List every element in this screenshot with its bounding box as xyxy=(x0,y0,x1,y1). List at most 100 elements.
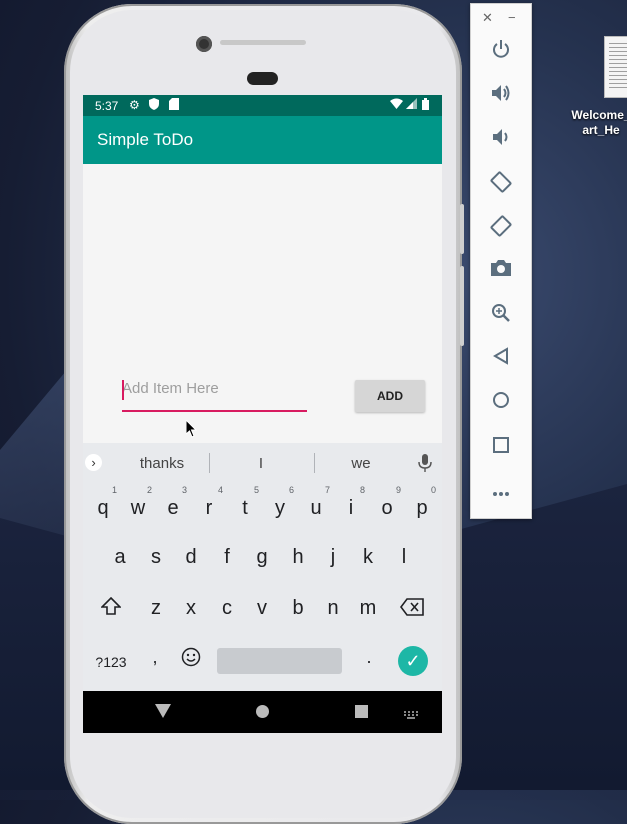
key-j[interactable]: j xyxy=(316,546,350,569)
key-label: t xyxy=(242,497,248,519)
key-r[interactable]: 4r xyxy=(192,485,226,520)
symbols-key[interactable]: ?123 xyxy=(91,654,131,670)
signal-icon xyxy=(406,98,417,112)
add-button[interactable]: ADD xyxy=(355,380,425,412)
home-icon[interactable] xyxy=(489,391,513,415)
key-m[interactable]: m xyxy=(351,597,385,620)
text-caret xyxy=(122,380,124,400)
key-z[interactable]: z xyxy=(139,597,173,620)
app-bar: Simple ToDo xyxy=(83,116,442,164)
key-c[interactable]: c xyxy=(210,597,244,620)
earpiece xyxy=(247,72,278,85)
mouse-pointer-icon xyxy=(185,418,198,443)
key-v[interactable]: v xyxy=(245,597,279,620)
suggestion-divider xyxy=(314,453,315,473)
key-area: 1q 2w 3e 4r 5t 6y 7u 8i 9o 0p a s d f g … xyxy=(83,483,442,691)
key-hint: 1 xyxy=(111,485,117,495)
keyboard-switch-icon[interactable] xyxy=(404,707,418,725)
key-hint: 2 xyxy=(146,485,152,495)
suggestion-item[interactable]: we xyxy=(331,455,391,472)
shift-key[interactable] xyxy=(99,596,123,618)
key-hint: 0 xyxy=(430,485,436,495)
key-label: u xyxy=(310,497,322,519)
key-e[interactable]: 3e xyxy=(156,485,190,520)
desktop-file-icon[interactable] xyxy=(604,36,627,98)
key-f[interactable]: f xyxy=(210,546,244,569)
suggestion-strip: › thanks I we xyxy=(83,443,442,483)
key-s[interactable]: s xyxy=(139,546,173,569)
key-u[interactable]: 7u xyxy=(299,485,333,520)
zoom-icon[interactable] xyxy=(489,303,513,327)
device-screen: 5:37 ⚙ Simple ToDo ADD › thanks xyxy=(83,95,442,733)
emoji-icon xyxy=(181,647,201,667)
desktop-file-label-line1: Welcome_ xyxy=(571,108,627,122)
key-label: q xyxy=(97,497,109,519)
recents-nav-icon[interactable] xyxy=(355,705,368,723)
rotate-left-icon[interactable] xyxy=(489,171,513,195)
shift-icon xyxy=(100,596,122,615)
key-x[interactable]: x xyxy=(174,597,208,620)
backspace-key[interactable] xyxy=(399,598,425,619)
wifi-icon xyxy=(390,98,403,112)
emulator-toolbar: ✕ − xyxy=(470,3,532,519)
key-hint: 6 xyxy=(288,485,294,495)
sd-card-icon xyxy=(169,98,179,113)
key-y[interactable]: 6y xyxy=(263,485,297,520)
key-label: p xyxy=(416,497,428,519)
key-h[interactable]: h xyxy=(281,546,315,569)
key-n[interactable]: n xyxy=(316,597,350,620)
backspace-icon xyxy=(400,598,424,616)
volume-up-icon[interactable] xyxy=(489,83,513,107)
back-icon[interactable] xyxy=(489,347,513,371)
key-d[interactable]: d xyxy=(174,546,208,569)
power-icon[interactable] xyxy=(489,39,513,63)
desktop-file-label-line2: art_He xyxy=(582,123,620,137)
period-key[interactable]: . xyxy=(352,647,386,668)
settings-icon: ⚙ xyxy=(129,98,140,112)
soft-keyboard: › thanks I we 1q 2w 3e 4r 5t 6y 7u 8i 9o… xyxy=(83,443,442,691)
rotate-right-icon[interactable] xyxy=(489,215,513,239)
suggestion-item[interactable]: I xyxy=(231,455,291,472)
key-p[interactable]: 0p xyxy=(405,485,439,520)
key-hint: 8 xyxy=(359,485,365,495)
suggestion-item[interactable]: thanks xyxy=(132,455,192,472)
key-label: w xyxy=(130,497,146,519)
microphone-icon[interactable] xyxy=(418,453,432,473)
key-g[interactable]: g xyxy=(245,546,279,569)
key-t[interactable]: 5t xyxy=(228,485,262,520)
overview-icon[interactable] xyxy=(489,435,513,459)
more-icon[interactable] xyxy=(489,479,513,503)
close-icon[interactable]: ✕ xyxy=(482,10,493,26)
key-a[interactable]: a xyxy=(103,546,137,569)
desktop-file-label[interactable]: Welcome_ art_He xyxy=(566,108,627,138)
spacebar[interactable] xyxy=(217,648,342,674)
key-hint: 7 xyxy=(324,485,330,495)
key-w[interactable]: 2w xyxy=(121,485,155,520)
chevron-right-icon[interactable]: › xyxy=(85,454,102,471)
key-b[interactable]: b xyxy=(281,597,315,620)
key-o[interactable]: 9o xyxy=(370,485,404,520)
enter-key[interactable]: ✓ xyxy=(398,646,428,676)
check-icon: ✓ xyxy=(405,651,421,671)
key-i[interactable]: 8i xyxy=(334,485,368,520)
back-chevron-down-icon[interactable] xyxy=(155,704,171,723)
volume-down-icon[interactable] xyxy=(489,127,513,151)
minimize-icon[interactable]: − xyxy=(508,10,516,25)
home-nav-icon[interactable] xyxy=(256,705,269,723)
key-label: i xyxy=(348,497,354,519)
key-k[interactable]: k xyxy=(351,546,385,569)
camera-icon[interactable] xyxy=(489,259,513,283)
side-button-power[interactable] xyxy=(460,204,464,254)
battery-icon xyxy=(422,98,429,113)
add-item-input[interactable] xyxy=(122,372,307,397)
key-hint: 9 xyxy=(395,485,401,495)
status-bar: 5:37 ⚙ xyxy=(83,95,442,116)
comma-key[interactable]: , xyxy=(138,647,172,668)
key-q[interactable]: 1q xyxy=(86,485,120,520)
side-button-volume[interactable] xyxy=(460,266,464,346)
key-label: e xyxy=(167,497,179,519)
status-time: 5:37 xyxy=(95,99,119,113)
add-item-field[interactable] xyxy=(122,372,307,412)
emoji-key[interactable] xyxy=(179,647,203,670)
key-l[interactable]: l xyxy=(387,546,421,569)
